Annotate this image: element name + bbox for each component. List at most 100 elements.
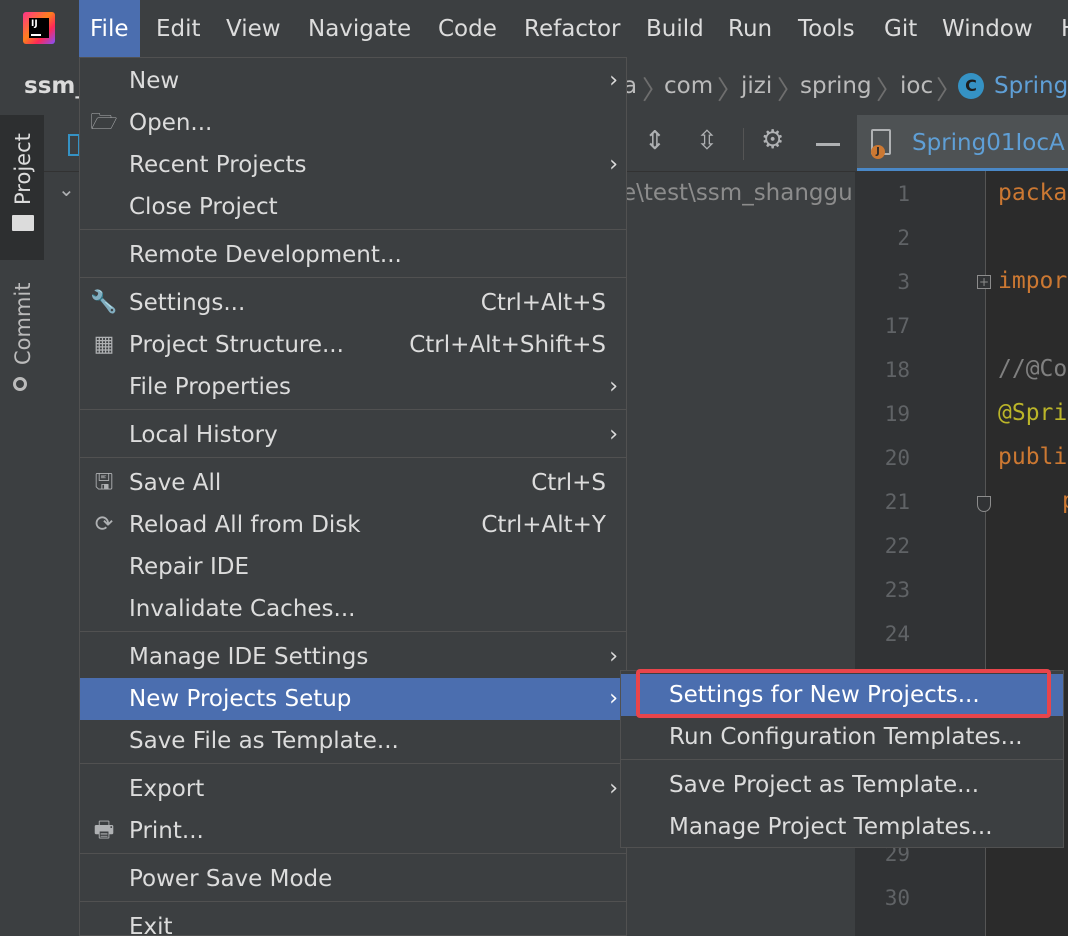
menu-item-label: Manage Project Templates... (669, 814, 993, 840)
menu-item-remote-development[interactable]: Remote Development... (80, 234, 626, 276)
menu-item-export[interactable]: Export › (80, 768, 626, 810)
toolbar-divider (743, 128, 744, 160)
editor-tab[interactable]: J Spring01IocA (857, 115, 1068, 171)
line-number: 30 (884, 886, 910, 910)
wrench-icon: 🔧 (90, 290, 118, 315)
chevron-right-icon: › (609, 686, 618, 711)
breadcrumb-item[interactable]: Spring (994, 58, 1068, 114)
menu-tools[interactable]: Tools (787, 0, 866, 58)
breadcrumb-item[interactable]: jizi (741, 58, 772, 114)
menu-item-invalidate-caches[interactable]: Invalidate Caches... (80, 588, 626, 630)
menu-item-open[interactable]: 🗁 Open... (80, 102, 626, 144)
menu-separator (80, 457, 626, 458)
menu-help[interactable]: H (1050, 0, 1068, 58)
code-line: p (1062, 488, 1068, 514)
fold-expand-icon[interactable]: + (977, 275, 991, 289)
tool-window-project[interactable]: Project (0, 115, 44, 260)
chevron-right-icon: › (609, 68, 618, 93)
menu-item-label: Exit (129, 914, 173, 936)
collapse-all-icon[interactable]: ⇳ (696, 126, 718, 156)
menu-separator (80, 763, 626, 764)
hide-panel-icon[interactable] (816, 143, 840, 146)
menu-item-label: Power Save Mode (129, 866, 333, 892)
menu-item-settings[interactable]: 🔧 Settings... Ctrl+Alt+S (80, 282, 626, 324)
menu-git[interactable]: Git (873, 0, 928, 58)
chevron-right-icon: › (609, 152, 618, 177)
menu-item-label: Settings... (129, 290, 246, 316)
menu-item-recent-projects[interactable]: Recent Projects › (80, 144, 626, 186)
fold-collapse-icon[interactable] (977, 496, 991, 512)
menu-item-label: Close Project (129, 194, 278, 220)
menu-item-save-file-as-template[interactable]: Save File as Template... (80, 720, 626, 762)
line-number: 21 (884, 490, 910, 514)
tool-window-commit[interactable]: Commit (0, 265, 44, 405)
gear-icon[interactable]: ⚙ (761, 125, 784, 155)
menu-item-label: Run Configuration Templates... (669, 724, 1023, 750)
menu-separator (621, 759, 1063, 760)
menu-code[interactable]: Code (427, 0, 508, 58)
menu-file[interactable]: File (79, 0, 140, 58)
menu-edit[interactable]: Edit (145, 0, 212, 58)
menu-refactor[interactable]: Refactor (513, 0, 631, 58)
menu-item-file-properties[interactable]: File Properties › (80, 366, 626, 408)
menu-item-new[interactable]: New › (80, 60, 626, 102)
breadcrumb-item[interactable]: com (664, 58, 713, 114)
submenu-item-run-configuration-templates[interactable]: Run Configuration Templates... (621, 716, 1063, 758)
menu-item-close-project[interactable]: Close Project (80, 186, 626, 228)
project-structure-icon: ▦ (93, 332, 115, 357)
menu-item-repair-ide[interactable]: Repair IDE (80, 546, 626, 588)
menu-item-save-all[interactable]: 🖫 Save All Ctrl+S (80, 462, 626, 504)
menu-navigate[interactable]: Navigate (297, 0, 422, 58)
menu-separator (80, 853, 626, 854)
menu-item-new-projects-setup[interactable]: New Projects Setup › (80, 678, 626, 720)
breadcrumb-separator-icon: 〉 (876, 76, 903, 106)
breadcrumb-item[interactable]: ioc (900, 58, 933, 114)
menu-window[interactable]: Window (931, 0, 1044, 58)
menu-item-label: Reload All from Disk (129, 512, 361, 538)
menu-item-reload-all[interactable]: ⟳ Reload All from Disk Ctrl+Alt+Y (80, 504, 626, 546)
menu-item-power-save-mode[interactable]: Power Save Mode (80, 858, 626, 900)
tool-window-project-label: Project (11, 133, 35, 205)
chevron-right-icon: › (609, 374, 618, 399)
chevron-right-icon: › (609, 644, 618, 669)
menu-separator (80, 277, 626, 278)
menu-item-label: File Properties (129, 374, 292, 400)
menu-item-project-structure[interactable]: ▦ Project Structure... Ctrl+Alt+Shift+S (80, 324, 626, 366)
code-line: @Spri (998, 400, 1068, 426)
line-number: 22 (884, 534, 910, 558)
expand-all-icon[interactable]: ⇕ (644, 126, 666, 156)
submenu-item-manage-project-templates[interactable]: Manage Project Templates... (621, 806, 1063, 848)
menu-run[interactable]: Run (717, 0, 783, 58)
menu-item-label: Project Structure... (129, 332, 344, 358)
code-line: packa (998, 180, 1068, 206)
menu-separator (80, 229, 626, 230)
menu-item-exit[interactable]: Exit (80, 906, 626, 936)
menu-item-label: Manage IDE Settings (129, 644, 369, 670)
menu-item-manage-ide-settings[interactable]: Manage IDE Settings › (80, 636, 626, 678)
menu-separator (80, 901, 626, 902)
chevron-right-icon: › (609, 776, 618, 801)
chevron-right-icon: › (609, 422, 618, 447)
menu-item-print[interactable]: 🖶 Print... (80, 810, 626, 852)
breadcrumb-project[interactable]: ssm_ (24, 58, 87, 114)
menu-build[interactable]: Build (635, 0, 715, 58)
line-number: 1 (897, 182, 910, 206)
shortcut-label: Ctrl+Alt+Shift+S (409, 332, 606, 358)
menu-separator (80, 409, 626, 410)
breadcrumb-item[interactable]: spring (800, 58, 872, 114)
printer-icon: 🖶 (93, 818, 115, 843)
menu-item-label: New (129, 68, 180, 94)
line-number: 18 (884, 358, 910, 382)
intellij-logo-icon[interactable]: IJ (23, 12, 55, 44)
chevron-down-icon[interactable]: ⌄ (58, 177, 75, 201)
file-menu: New › 🗁 Open... Recent Projects › Close … (79, 57, 627, 936)
menu-item-label: Remote Development... (129, 242, 402, 268)
menu-item-label: Export (129, 776, 205, 802)
line-number: 2 (897, 226, 910, 250)
menu-view[interactable]: View (215, 0, 292, 58)
submenu-item-save-project-as-template[interactable]: Save Project as Template... (621, 764, 1063, 806)
menu-item-local-history[interactable]: Local History › (80, 414, 626, 456)
menu-separator (80, 631, 626, 632)
line-number: 3 (897, 270, 910, 294)
shortcut-label: Ctrl+S (531, 470, 606, 496)
